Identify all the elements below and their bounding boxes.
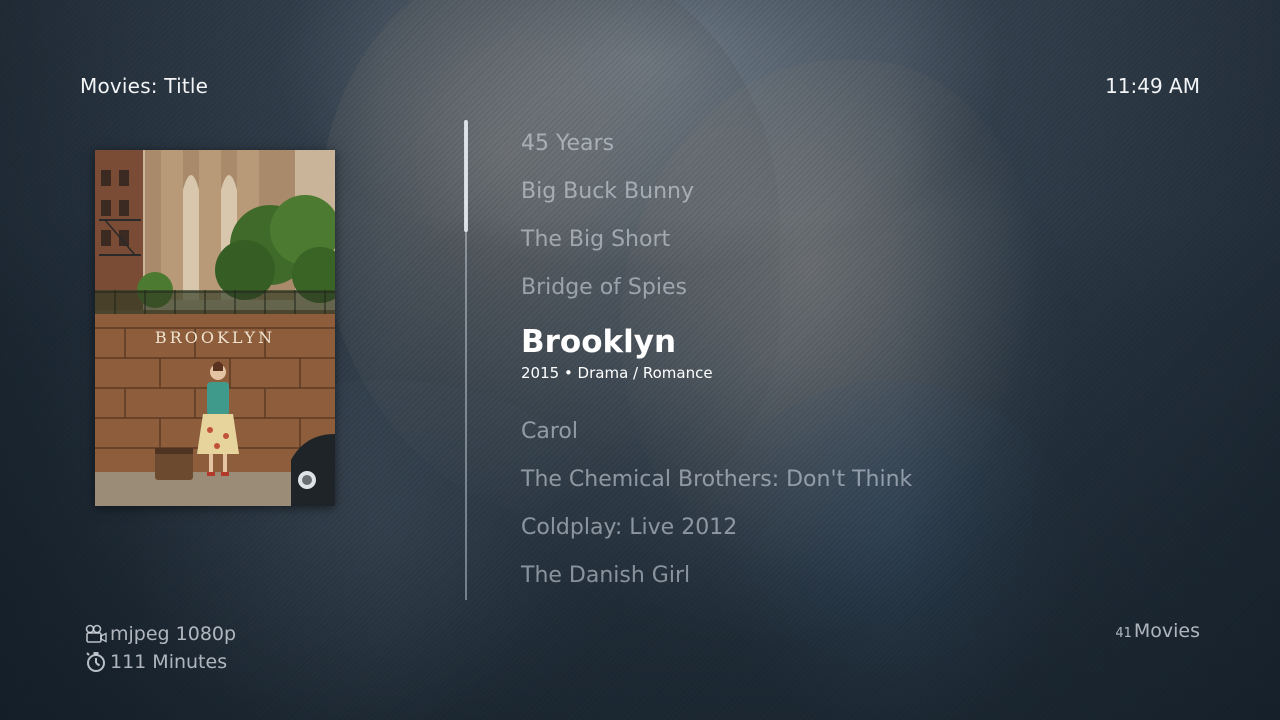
list-item-label: The Danish Girl xyxy=(521,563,691,588)
selected-item-title: Brooklyn xyxy=(521,324,677,360)
list-item[interactable]: 45 Years xyxy=(521,131,614,156)
list-item-label: Big Buck Bunny xyxy=(521,179,694,204)
list-item-label: The Chemical Brothers: Don't Think xyxy=(521,467,913,492)
list-item-label: The Big Short xyxy=(521,227,671,252)
video-info-row: mjpeg 1080p xyxy=(84,620,236,648)
list-scrollbar[interactable] xyxy=(464,120,468,232)
video-camera-icon xyxy=(84,622,108,646)
list-item[interactable]: The Chemical Brothers: Don't Think xyxy=(521,467,912,492)
video-info-text: mjpeg 1080p xyxy=(110,623,237,645)
movie-poster[interactable]: BROOKLYN xyxy=(95,150,335,506)
list-item[interactable]: Carol xyxy=(521,419,578,444)
item-count-label: Movies xyxy=(1133,620,1200,642)
selected-item-details: 2015 • Drama / Romance xyxy=(521,364,713,382)
list-item-label: Carol xyxy=(521,419,578,444)
page-title: Movies: Title xyxy=(80,74,209,98)
runtime-text: 111 Minutes xyxy=(110,651,228,673)
list-item[interactable]: Bridge of Spies xyxy=(521,275,687,300)
list-item-label: Bridge of Spies xyxy=(521,275,687,300)
item-count-number: 41 xyxy=(1115,626,1132,641)
poster-title-text: BROOKLYN xyxy=(154,328,276,347)
list-item[interactable]: Big Buck Bunny xyxy=(521,179,694,204)
list-item[interactable]: Coldplay: Live 2012 xyxy=(521,515,737,540)
list-item-label: 45 Years xyxy=(521,131,615,156)
list-item[interactable]: The Danish Girl xyxy=(521,563,690,588)
media-library-screen: Movies: Title 11:49 AM BROOKLYN 45 Years… xyxy=(0,0,1280,720)
list-item-label: Coldplay: Live 2012 xyxy=(521,515,738,540)
media-info: mjpeg 1080p 111 Minutes xyxy=(84,620,236,676)
clock: 11:49 AM xyxy=(1105,74,1200,98)
list-item-selected[interactable]: Brooklyn 2015 • Drama / Romance xyxy=(521,324,713,382)
list-item[interactable]: The Big Short xyxy=(521,227,670,252)
stopwatch-icon xyxy=(84,650,108,674)
runtime-row: 111 Minutes xyxy=(84,648,236,676)
item-count: 41 Movies xyxy=(1115,620,1200,642)
